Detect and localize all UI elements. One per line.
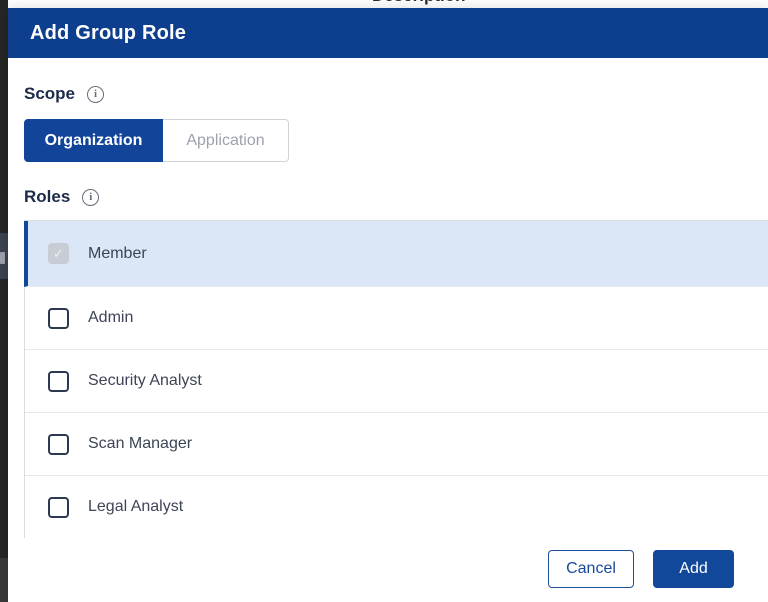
role-label: Admin <box>88 309 133 327</box>
modal-header: Add Group Role <box>8 8 768 58</box>
screen: Description Add Group Role Scope i Organ… <box>0 0 768 602</box>
role-label: Security Analyst <box>88 372 202 390</box>
roles-field-label: Roles i <box>24 187 99 207</box>
background-sidebar-glyph <box>0 252 5 264</box>
checkbox-scan-manager[interactable] <box>48 434 69 455</box>
scope-option-application[interactable]: Application <box>163 119 289 162</box>
checkbox-member: ✓ <box>48 243 69 264</box>
scope-label: Scope <box>24 84 75 104</box>
cancel-button[interactable]: Cancel <box>548 550 634 588</box>
background-sidebar-block <box>0 558 8 602</box>
role-label: Legal Analyst <box>88 498 183 516</box>
role-row-member: ✓ Member <box>24 221 768 287</box>
modal-footer: Cancel Add <box>8 538 768 602</box>
background-page-strip: Description <box>8 0 768 8</box>
role-label: Scan Manager <box>88 435 192 453</box>
checkbox-security-analyst[interactable] <box>48 371 69 392</box>
role-row-legal-analyst[interactable]: Legal Analyst <box>25 476 768 539</box>
add-group-role-modal: Add Group Role Scope i Organization Appl… <box>8 8 768 602</box>
role-row-admin[interactable]: Admin <box>25 287 768 350</box>
add-button[interactable]: Add <box>653 550 734 588</box>
background-page-text: Description <box>372 0 466 6</box>
background-sidebar-sliver <box>0 0 8 602</box>
info-icon[interactable]: i <box>82 189 99 206</box>
scope-field-label: Scope i <box>24 84 104 104</box>
roles-label: Roles <box>24 187 70 207</box>
scope-option-organization[interactable]: Organization <box>24 119 163 162</box>
modal-title: Add Group Role <box>30 22 186 45</box>
role-row-security-analyst[interactable]: Security Analyst <box>25 350 768 413</box>
checkbox-admin[interactable] <box>48 308 69 329</box>
role-row-scan-manager[interactable]: Scan Manager <box>25 413 768 476</box>
role-label: Member <box>88 245 147 263</box>
roles-list: ✓ Member Admin Security Analyst Scan Man… <box>24 220 768 539</box>
scope-toggle: Organization Application <box>24 119 289 162</box>
checkbox-legal-analyst[interactable] <box>48 497 69 518</box>
info-icon[interactable]: i <box>87 86 104 103</box>
